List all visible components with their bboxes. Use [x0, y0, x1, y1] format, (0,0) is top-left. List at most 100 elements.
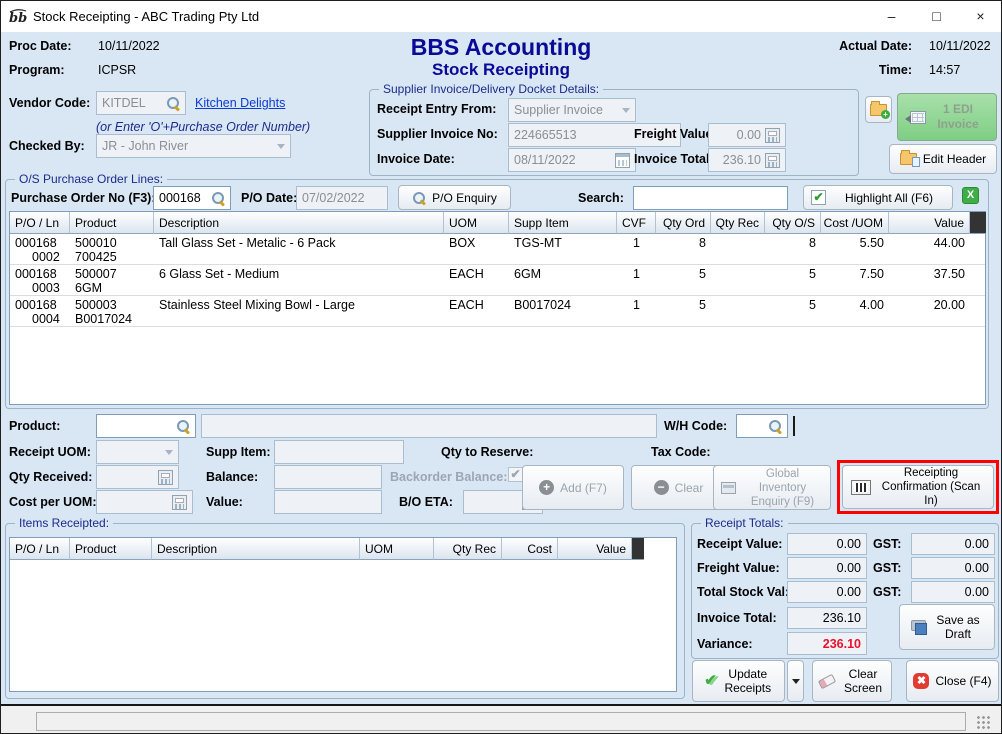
- app-title: BBS Accounting: [331, 34, 671, 61]
- total-stock-val: 0.00: [837, 585, 861, 599]
- update-receipts-button[interactable]: ✔ Update Receipts: [692, 660, 785, 702]
- minimize-button[interactable]: –: [869, 1, 914, 31]
- total-stock-val-field[interactable]: 0.00: [787, 581, 867, 603]
- global-inventory-enquiry-button[interactable]: Global Inventory Enquiry (F9): [713, 465, 831, 510]
- qty-received-input[interactable]: [96, 465, 179, 489]
- freight-value-field[interactable]: 0.00: [708, 123, 786, 147]
- vendor-code-label: Vendor Code:: [9, 96, 90, 110]
- receipt-uom-label: Receipt UOM:: [9, 445, 91, 459]
- search-icon: [412, 191, 426, 205]
- save-as-draft-label: Save as Draft: [933, 613, 983, 641]
- save-disk-icon: [911, 620, 927, 635]
- cost-per-uom-label: Cost per UOM:: [9, 495, 97, 509]
- freight-total-field[interactable]: 0.00: [787, 557, 867, 579]
- cell-description: 6 Glass Set - Medium: [154, 265, 444, 295]
- col-header: P/O / Ln: [10, 212, 70, 234]
- cell-po: 000168: [15, 267, 65, 281]
- po-date-field[interactable]: 07/02/2022: [296, 186, 388, 210]
- time-value: 14:57: [929, 63, 960, 77]
- cell-supp-item: TGS-MT: [509, 234, 617, 264]
- calculator-icon[interactable]: [172, 495, 187, 510]
- freight-gst-field[interactable]: 0.00: [911, 557, 995, 579]
- cell-cost-uom: 7.50: [821, 265, 889, 295]
- invoice-total-sum-field[interactable]: 236.10: [787, 607, 867, 629]
- edi-invoice-button[interactable]: 1 EDI Invoice: [897, 93, 997, 141]
- cell-product: 500010: [75, 236, 149, 250]
- folder-add-icon: +: [870, 104, 887, 116]
- receipting-confirmation-button[interactable]: Receipting Confirmation (Scan In): [842, 465, 994, 509]
- calculator-icon[interactable]: [765, 153, 780, 168]
- wh-code-input[interactable]: [736, 414, 788, 438]
- export-excel-button[interactable]: X: [962, 187, 979, 204]
- title-bar[interactable]: bb Stock Receipting - ABC Trading Pty Lt…: [1, 1, 1001, 32]
- cell-product: 500007: [75, 267, 149, 281]
- program-value: ICPSR: [98, 63, 136, 77]
- po-enquiry-button[interactable]: P/O Enquiry: [398, 185, 511, 210]
- clear-screen-button[interactable]: Clear Screen: [812, 660, 892, 702]
- product-description-field[interactable]: [201, 414, 657, 438]
- save-as-draft-button[interactable]: Save as Draft: [899, 604, 995, 650]
- freight-gst: 0.00: [965, 561, 989, 575]
- excel-icon: X: [962, 187, 979, 204]
- po-table-row[interactable]: 0001680004 500003B0017024 Stainless Stee…: [10, 296, 985, 327]
- receipt-gst: 0.00: [965, 537, 989, 551]
- vendor-hint: (or Enter 'O'+Purchase Order Number): [96, 120, 310, 134]
- search-input[interactable]: [633, 186, 788, 210]
- maximize-button[interactable]: □: [914, 1, 959, 31]
- receipt-gst-field[interactable]: 0.00: [911, 533, 995, 555]
- balance-field[interactable]: [274, 465, 382, 489]
- invoice-date-field[interactable]: 08/11/2022: [508, 148, 636, 172]
- receipt-entry-from-select[interactable]: Supplier Invoice: [508, 98, 636, 122]
- cell-qty-rec: [711, 234, 765, 264]
- col-header: Product: [70, 538, 152, 560]
- calendar-icon[interactable]: [615, 153, 630, 168]
- vendor-search-icon[interactable]: [166, 96, 180, 110]
- supp-item-input[interactable]: [274, 440, 404, 464]
- chevron-down-icon: [277, 144, 285, 149]
- receipt-totals-legend: Receipt Totals:: [701, 516, 788, 530]
- freight-total: 0.00: [837, 561, 861, 575]
- variance-field[interactable]: 236.10: [787, 632, 867, 655]
- cell-qty-ord: 8: [656, 234, 711, 264]
- po-table-row[interactable]: 0001680002 500010700425 Tall Glass Set -…: [10, 234, 985, 265]
- backorder-balance-checkbox[interactable]: ✔: [508, 467, 523, 482]
- po-number-field[interactable]: 000168: [153, 186, 231, 210]
- receipt-uom-select[interactable]: [96, 440, 179, 464]
- attach-document-button[interactable]: +: [865, 96, 892, 123]
- update-receipts-dropdown[interactable]: [787, 660, 804, 702]
- app-window: bb Stock Receipting - ABC Trading Pty Lt…: [0, 0, 1002, 734]
- cell-qty-ord: 5: [656, 296, 711, 326]
- product-search-icon[interactable]: [176, 419, 190, 433]
- po-search-icon[interactable]: [211, 191, 225, 205]
- edi-invoice-label: 1 EDI Invoice: [932, 102, 984, 132]
- col-header: Qty Ord: [656, 212, 711, 234]
- invoice-total-field[interactable]: 236.10: [708, 148, 786, 172]
- clear-button[interactable]: − Clear: [631, 465, 726, 510]
- highlight-all-label: Highlight All (F6): [832, 191, 946, 205]
- receipt-value-field[interactable]: 0.00: [787, 533, 867, 555]
- gst-label: GST:: [873, 585, 901, 599]
- po-table-row[interactable]: 0001680003 5000076GM 6 Glass Set - Mediu…: [10, 265, 985, 296]
- calculator-icon[interactable]: [158, 470, 173, 485]
- close-button[interactable]: ✖ Close (F4): [906, 660, 999, 702]
- edit-header-button[interactable]: Edit Header: [889, 144, 997, 174]
- vendor-code-field[interactable]: KITDEL: [96, 91, 186, 115]
- freight-total-label: Freight Value:: [697, 561, 780, 575]
- wh-code-search-icon[interactable]: [768, 419, 782, 433]
- highlight-all-button[interactable]: ✔ Highlight All (F6): [803, 185, 953, 210]
- qty-to-reserve-label: Qty to Reserve:: [441, 445, 533, 459]
- cell-qty-ord: 5: [656, 265, 711, 295]
- cell-product: 500003: [75, 298, 149, 312]
- checked-by-select[interactable]: JR - John River: [96, 134, 291, 158]
- close-window-button[interactable]: ×: [958, 1, 1002, 31]
- add-button[interactable]: + Add (F7): [522, 465, 624, 510]
- vendor-name-link[interactable]: Kitchen Delights: [195, 96, 285, 110]
- stock-gst-field[interactable]: 0.00: [911, 581, 995, 603]
- resize-grip[interactable]: [975, 714, 991, 730]
- edit-header-label: Edit Header: [923, 152, 986, 166]
- checked-by-value: JR - John River: [102, 139, 273, 153]
- value-field[interactable]: [274, 490, 382, 514]
- product-input[interactable]: [96, 414, 196, 438]
- cost-per-uom-input[interactable]: [96, 490, 193, 514]
- calculator-icon[interactable]: [765, 128, 780, 143]
